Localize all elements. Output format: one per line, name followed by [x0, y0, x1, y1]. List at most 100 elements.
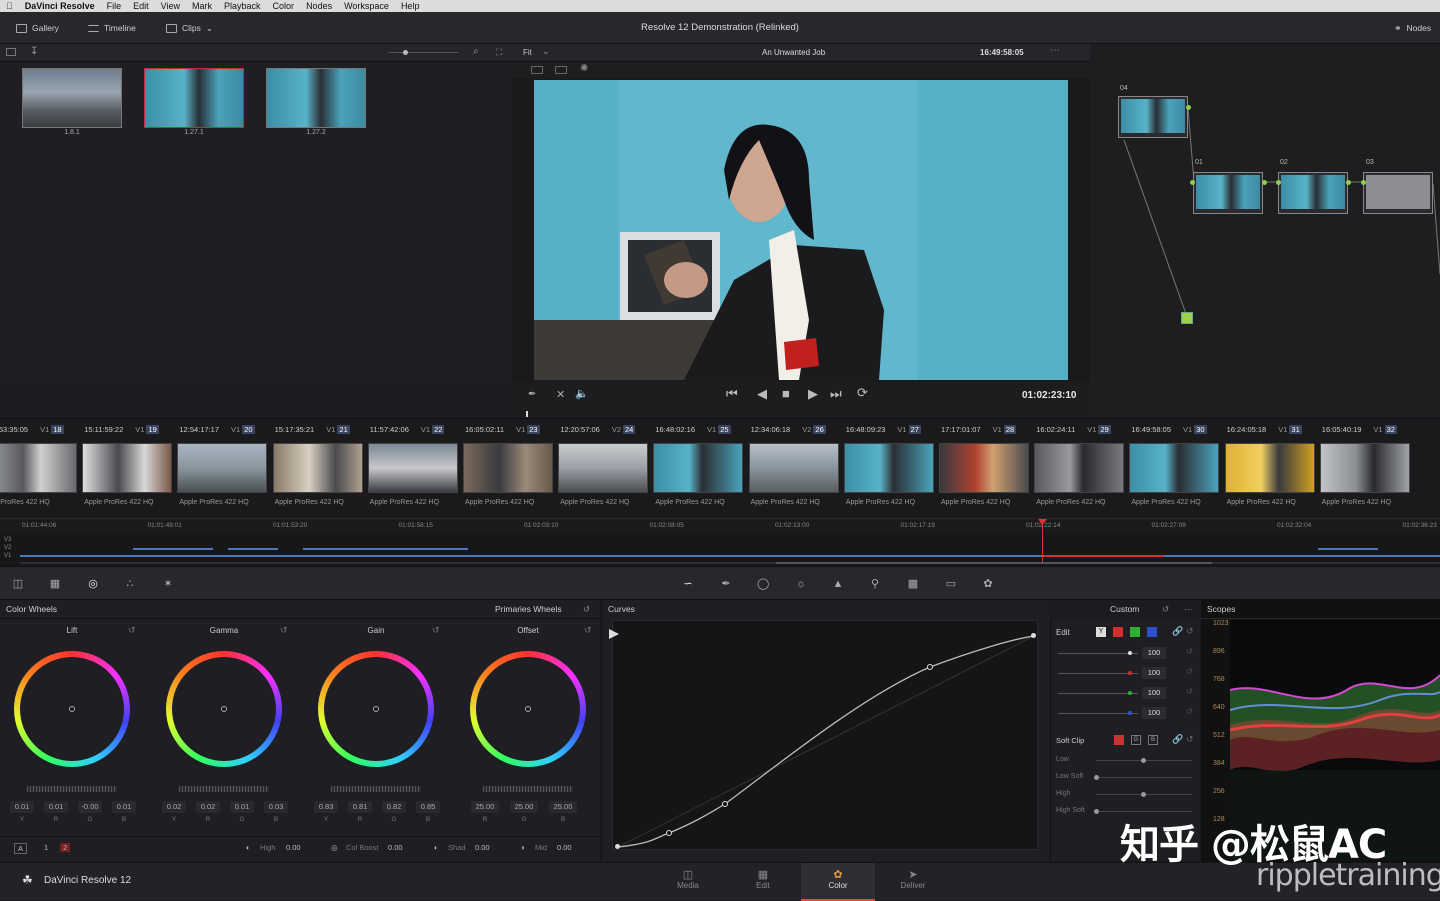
blue-slider[interactable] [1058, 713, 1138, 714]
link-icon[interactable]: 🔗 [1172, 734, 1183, 745]
menu-playback[interactable]: Playback [218, 0, 267, 12]
green-slider-knob[interactable] [1128, 691, 1132, 695]
wheel-value[interactable]: 25.00 [510, 801, 538, 813]
master-wheel-jog[interactable] [179, 786, 269, 792]
node-output-dot[interactable] [1346, 180, 1351, 185]
wheel-value[interactable]: 0.82 [382, 801, 406, 813]
soft-clip-high-soft-knob[interactable] [1094, 809, 1099, 814]
loop-icon[interactable]: ⟳ [857, 385, 868, 401]
sizing-icon[interactable]: ▩ [907, 578, 919, 590]
node-input-dot[interactable] [1361, 180, 1366, 185]
master-wheel-jog[interactable] [331, 786, 421, 792]
master-wheel-jog[interactable] [27, 786, 117, 792]
motion-effects-icon[interactable]: ✶ [162, 578, 174, 590]
search-icon[interactable]: ⌕ [473, 46, 479, 57]
qualifier-icon[interactable]: ✒ [720, 578, 732, 590]
go-to-start-icon[interactable]: ⏮ [726, 386, 738, 402]
luma-channel-button[interactable]: Y [1096, 627, 1106, 637]
high-value[interactable]: 0.00 [286, 843, 301, 852]
reset-icon[interactable]: ↺ [1186, 707, 1193, 716]
wheel-value[interactable]: 0.81 [348, 801, 372, 813]
reset-icon[interactable]: ↺ [1186, 647, 1193, 656]
timeline-track-v1[interactable] [20, 555, 1440, 557]
clip-thumbnail[interactable]: 11:53:35:05 V118 ple ProRes 422 HQ [0, 419, 80, 519]
3d-icon[interactable]: ▭ [945, 578, 957, 590]
clip-thumbnail[interactable]: 16:48:09:23 V1 27 Apple ProRes 422 HQ [842, 419, 937, 519]
wheel-value[interactable]: -0.00 [78, 801, 102, 813]
reset-icon[interactable]: ↺ [1186, 734, 1194, 745]
soft-clip-low-knob[interactable] [1141, 758, 1146, 763]
clip-thumbnail[interactable]: 12:54:17:17 V1 20 Apple ProRes 422 HQ [175, 419, 270, 519]
timeline-current-clip[interactable] [1044, 555, 1164, 557]
clip-thumbnail[interactable]: 16:48:02:16 V1 25 Apple ProRes 422 HQ [651, 419, 746, 519]
clip-thumbnail[interactable]: 16:05:02:11 V1 23 Apple ProRes 422 HQ [461, 419, 556, 519]
go-to-end-icon[interactable]: ⏭ [830, 386, 842, 402]
wheel-crosshair-icon[interactable] [373, 706, 379, 712]
mid-value[interactable]: 0.00 [557, 843, 572, 852]
menu-help[interactable]: Help [395, 0, 426, 12]
clip-thumbnail[interactable]: 16:05:40:19 V1 32 Apple ProRes 422 HQ [1318, 419, 1413, 519]
color-wheels-icon[interactable]: ◎ [87, 578, 99, 590]
node-01[interactable] [1193, 172, 1263, 214]
timeline-ruler[interactable]: 01:01:44:06 01:01:49:01 01:01:53:20 01:01:5… [0, 518, 1440, 534]
color-page-button[interactable]: ✿ Color [808, 868, 868, 890]
soft-clip-high-knob[interactable] [1141, 792, 1146, 797]
clip-thumbnail[interactable]: 16:49:58:05 V1 30 Apple ProRes 422 HQ [1127, 419, 1222, 519]
stop-icon[interactable]: ■ [782, 386, 790, 401]
wheel-value[interactable]: 25.00 [471, 801, 499, 813]
menu-edit[interactable]: Edit [127, 0, 155, 12]
reset-icon[interactable]: ↺ [1162, 600, 1169, 618]
blue-slider-knob[interactable] [1128, 711, 1132, 715]
window-icon[interactable]: ◯ [757, 578, 769, 590]
soft-clip-green-button[interactable]: G [1131, 735, 1141, 745]
clip-thumbnail[interactable]: 17:17:01:07 V1 28 Apple ProRes 422 HQ [937, 419, 1032, 519]
scrubber-playhead[interactable] [526, 411, 528, 417]
node-input-dot[interactable] [1276, 180, 1281, 185]
tracker-icon[interactable]: ☼ [795, 578, 807, 590]
gallery-still-selected[interactable] [144, 68, 244, 128]
red-slider-knob[interactable] [1128, 671, 1132, 675]
menu-file[interactable]: File [101, 0, 128, 12]
volume-icon[interactable]: 🔈 [575, 387, 589, 400]
reset-icon[interactable]: ↺ [1186, 687, 1193, 696]
timeline-clip[interactable] [303, 548, 468, 550]
node-editor[interactable]: 04 01 02 03 [1090, 44, 1440, 416]
fx-icon[interactable]: ✿ [982, 578, 994, 590]
master-wheel-jog[interactable] [483, 786, 573, 792]
green-channel-button[interactable] [1130, 627, 1140, 637]
fit-dropdown[interactable]: Fit [523, 48, 532, 57]
wheel-reset-icon[interactable]: ↺ [432, 625, 440, 636]
wheel-reset-icon[interactable]: ↺ [128, 625, 136, 636]
curves-icon[interactable]: ∽ [682, 578, 694, 590]
timeline-scroll-thumb[interactable] [776, 562, 1212, 564]
wheel-crosshair-icon[interactable] [525, 706, 531, 712]
link-icon[interactable]: 🔗 [1172, 626, 1183, 637]
wheel-reset-icon[interactable]: ↺ [584, 625, 592, 636]
job-title[interactable]: An Unwanted Job [762, 48, 825, 57]
soft-clip-low-soft-knob[interactable] [1094, 775, 1099, 780]
menu-mark[interactable]: Mark [186, 0, 218, 12]
red-slider[interactable] [1058, 673, 1138, 674]
timeline-clip[interactable] [1318, 548, 1378, 550]
clip-thumbnail[interactable]: 16:02:24:11 V1 29 Apple ProRes 422 HQ [1032, 419, 1127, 519]
highlight-icon[interactable]: ✺ [580, 63, 588, 74]
wheel-crosshair-icon[interactable] [221, 706, 227, 712]
frame-icon[interactable] [555, 66, 567, 74]
node-input-dot[interactable] [1190, 180, 1195, 185]
curve-point[interactable] [927, 664, 933, 670]
clip-thumbnail[interactable]: 15:17:35:21 V1 21 Apple ProRes 422 HQ [271, 419, 366, 519]
wheel-value[interactable]: 25.00 [549, 801, 577, 813]
rgb-mixer-icon[interactable]: ∴ [124, 578, 136, 590]
media-page-button[interactable]: ◫ Media [658, 868, 718, 890]
key-icon[interactable]: ⚲ [869, 578, 881, 590]
crossfade-icon[interactable]: ✕ [556, 388, 565, 401]
edit-page-button[interactable]: ▦ Edit [733, 868, 793, 890]
luma-slider-knob[interactable] [1128, 651, 1132, 655]
node-output-dot[interactable] [1186, 105, 1191, 110]
curve-point[interactable] [666, 830, 672, 836]
page-1-button[interactable]: 1 [44, 843, 48, 852]
clip-thumbnail[interactable]: 12:20:57:06 V2 24 Apple ProRes 422 HQ [556, 419, 651, 519]
output-node-icon[interactable] [1181, 312, 1193, 324]
curve-point[interactable] [1031, 633, 1036, 638]
curve-editor[interactable] [609, 620, 1038, 850]
